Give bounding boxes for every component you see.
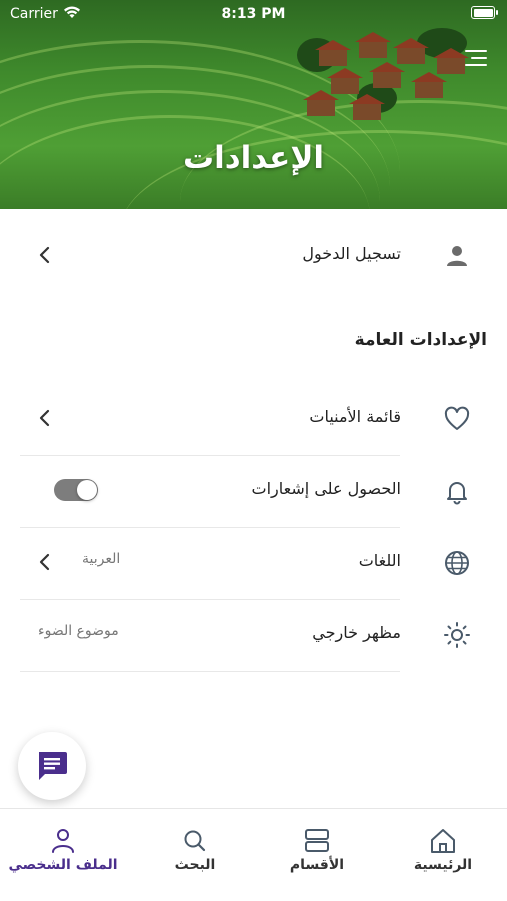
tab-categories[interactable]: الأقسام bbox=[262, 827, 372, 873]
tab-bar: الرئيسية الأقسام البحث الملف الشخصي bbox=[0, 808, 507, 901]
wishlist-row[interactable]: قائمة الأمنيات bbox=[20, 383, 487, 453]
section-title: الإعدادات العامة bbox=[354, 330, 487, 350]
notifications-label: الحصول على إشعارات bbox=[251, 479, 401, 498]
wishlist-label: قائمة الأمنيات bbox=[309, 407, 401, 426]
chat-icon bbox=[39, 752, 67, 780]
village-decoration bbox=[297, 28, 477, 123]
tab-search[interactable]: البحث bbox=[140, 827, 250, 873]
chat-button[interactable] bbox=[18, 732, 86, 800]
tab-profile[interactable]: الملف الشخصي bbox=[8, 827, 118, 873]
search-icon bbox=[184, 830, 206, 852]
appearance-label: مظهر خارجي bbox=[312, 623, 401, 642]
tab-profile-label: الملف الشخصي bbox=[8, 857, 118, 873]
login-label: تسجيل الدخول bbox=[302, 244, 401, 263]
header-banner: الإعدادات bbox=[0, 0, 507, 209]
login-row[interactable]: تسجيل الدخول bbox=[20, 220, 487, 290]
tab-home-label: الرئيسية bbox=[413, 857, 473, 873]
menu-icon[interactable] bbox=[465, 50, 487, 66]
tab-categories-label: الأقسام bbox=[289, 857, 345, 873]
languages-label: اللغات bbox=[358, 551, 401, 570]
chevron-left-icon bbox=[39, 409, 50, 427]
heart-icon bbox=[444, 406, 470, 430]
sun-icon bbox=[444, 622, 470, 648]
globe-icon bbox=[445, 551, 469, 575]
clock: 8:13 PM bbox=[221, 6, 286, 22]
appearance-value: موضوع الضوء bbox=[38, 623, 119, 639]
tab-home[interactable]: الرئيسية bbox=[388, 827, 498, 873]
battery-icon bbox=[471, 6, 498, 19]
language-value: العربية bbox=[82, 551, 121, 567]
divider bbox=[20, 671, 400, 672]
bell-icon bbox=[447, 482, 467, 505]
appearance-row[interactable]: مظهر خارجي موضوع الضوء bbox=[20, 599, 487, 669]
home-icon bbox=[431, 829, 455, 853]
notifications-toggle[interactable] bbox=[54, 479, 98, 501]
tab-search-label: البحث bbox=[174, 857, 216, 873]
chevron-left-icon bbox=[39, 553, 50, 571]
languages-row[interactable]: اللغات العربية bbox=[20, 527, 487, 597]
notifications-row: الحصول على إشعارات bbox=[20, 455, 487, 525]
chevron-left-icon bbox=[39, 246, 50, 264]
categories-icon bbox=[305, 829, 329, 852]
page-title: الإعدادات bbox=[182, 140, 325, 176]
profile-icon bbox=[52, 829, 74, 853]
toggle-knob bbox=[77, 480, 97, 500]
status-bar: Carrier 8:13 PM bbox=[0, 0, 507, 28]
person-icon bbox=[447, 246, 467, 266]
